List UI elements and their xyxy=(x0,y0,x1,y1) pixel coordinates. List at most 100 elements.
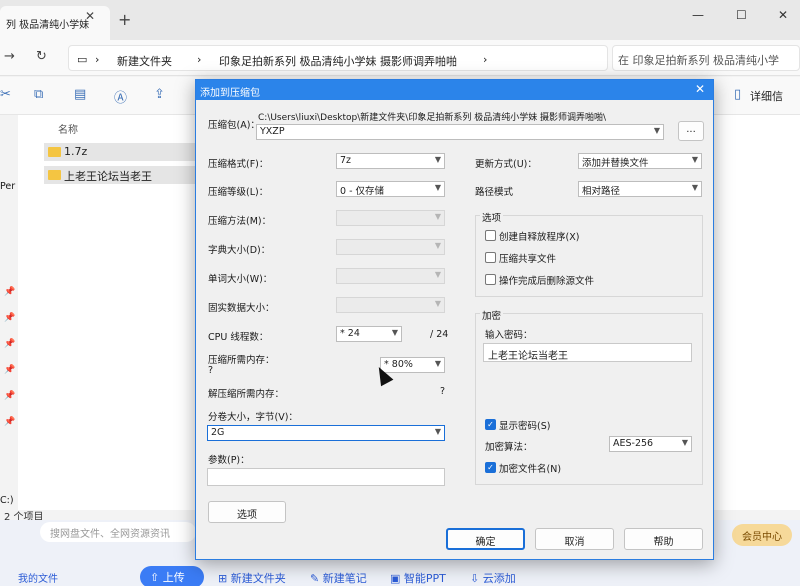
password-input[interactable]: 上老王论坛当老王 xyxy=(483,343,692,362)
details-icon[interactable]: ▯ xyxy=(734,87,741,102)
column-header-name[interactable]: 名称 xyxy=(58,121,78,136)
memory-label: 压缩所需内存： xyxy=(208,355,275,366)
chevron-down-icon[interactable]: ▼ xyxy=(654,126,660,135)
chevron-right-icon[interactable]: › xyxy=(483,53,487,66)
options-group-title: 选项 xyxy=(480,210,504,224)
threads-select[interactable]: * 24 ▼ xyxy=(336,326,402,342)
encryption-method-label: 加密算法： xyxy=(485,442,533,453)
navigation-pane: Per 📌 📌 📌 📌 📌 📌 C:) xyxy=(0,115,18,525)
path-mode-label: 路径模式 xyxy=(475,187,514,198)
computer-icon: ▭ xyxy=(77,53,88,66)
my-files-tab[interactable]: 我的文件 xyxy=(18,570,58,585)
address-bar[interactable]: ▭ › 新建文件夹 › 印象足拍新系列 极品清纯小学妹 摄影师调弄啪啪 › xyxy=(68,45,608,71)
list-item[interactable]: 1.7z xyxy=(44,143,220,161)
archive-name-combo[interactable]: YXZP ▼ xyxy=(256,124,664,140)
solid-label: 固实数据大小： xyxy=(208,303,275,314)
dialog-titlebar: 添加到压缩包 ✕ xyxy=(196,80,713,100)
nav-item-label[interactable]: Per xyxy=(0,181,15,192)
delete-source-checkbox[interactable] xyxy=(485,274,496,285)
close-icon[interactable]: ✕ xyxy=(85,9,95,23)
sfx-label: 创建自释放程序(X) xyxy=(499,232,580,243)
format-select[interactable]: 7z ▼ xyxy=(336,153,445,169)
show-password-label: 显示密码(S) xyxy=(499,421,551,432)
new-folder-action[interactable]: ⊞ 新建文件夹 xyxy=(218,570,286,586)
minimize-icon[interactable]: — xyxy=(692,8,704,22)
refresh-icon[interactable]: ↻ xyxy=(36,49,47,64)
tab-title: 列 极品清纯小学妹 xyxy=(6,20,90,31)
parameters-input[interactable] xyxy=(207,468,445,486)
encrypt-names-label: 加密文件名(N) xyxy=(499,464,562,475)
dict-label: 字典大小(D)： xyxy=(208,245,271,256)
level-label: 压缩等级(L)： xyxy=(208,187,269,198)
upload-button[interactable]: ⇧ 上传 xyxy=(140,566,204,586)
breadcrumb-item[interactable]: 印象足拍新系列 极品清纯小学妹 摄影师调弄啪啪 xyxy=(219,53,457,69)
sfx-checkbox[interactable] xyxy=(485,230,496,241)
folder-icon xyxy=(48,147,61,157)
memory-value: ? xyxy=(208,365,214,376)
share-icon[interactable]: ⇪ xyxy=(154,87,165,102)
encryption-group-title: 加密 xyxy=(480,308,504,322)
file-name: 上老王论坛当老王 xyxy=(64,170,152,183)
memory-select[interactable]: * 80% ▼ xyxy=(380,357,445,373)
chevron-down-icon: ▼ xyxy=(391,328,398,337)
new-note-action[interactable]: ✎ 新建笔记 xyxy=(310,570,367,586)
pin-icon: 📌 xyxy=(4,339,16,349)
rename-icon[interactable]: Ⓐ xyxy=(114,87,127,106)
update-select[interactable]: 添加并替换文件 ▼ xyxy=(578,153,702,169)
copy-icon[interactable]: ⧉ xyxy=(34,87,43,102)
chevron-down-icon: ▼ xyxy=(691,183,698,192)
chevron-right-icon[interactable]: › xyxy=(197,53,201,66)
new-tab-icon[interactable]: + xyxy=(118,10,131,29)
split-size-combo[interactable]: 2G ▼ xyxy=(207,425,445,441)
vip-center-button[interactable]: 会员中心 xyxy=(732,524,792,546)
chevron-down-icon: ▼ xyxy=(434,212,441,221)
maximize-icon[interactable]: ☐ xyxy=(736,8,747,22)
chevron-right-icon[interactable]: › xyxy=(95,53,99,66)
level-select[interactable]: 0 - 仅存储 ▼ xyxy=(336,181,445,197)
chevron-down-icon: ▼ xyxy=(434,183,441,192)
encryption-method-select[interactable]: AES-256 ▼ xyxy=(609,436,692,452)
show-password-checkbox[interactable]: ✓ xyxy=(485,419,496,430)
chevron-down-icon: ▼ xyxy=(434,155,441,164)
tab-bar: 列 极品清纯小学妹 ✕ + — ☐ ✕ xyxy=(0,0,800,40)
archive-path: C:\Users\liuxi\Desktop\新建文件夹\印象足拍新系列 极品清… xyxy=(258,113,607,123)
chevron-down-icon: ▼ xyxy=(434,299,441,308)
pin-icon: 📌 xyxy=(4,287,16,297)
update-label: 更新方式(U)： xyxy=(475,159,537,170)
drive-label[interactable]: C:) xyxy=(0,495,14,506)
chevron-down-icon: ▼ xyxy=(434,241,441,250)
decompress-memory-value: ? xyxy=(440,386,446,397)
chevron-down-icon: ▼ xyxy=(434,427,441,436)
search-input[interactable]: 在 印象足拍新系列 极品清纯小学 xyxy=(612,45,800,71)
details-button[interactable]: 详细信 xyxy=(750,88,783,104)
netdisk-search-input[interactable]: 搜网盘文件、全网资源资讯 xyxy=(40,522,196,542)
cloud-add-action[interactable]: ⇩ 云添加 xyxy=(470,570,516,586)
path-mode-select[interactable]: 相对路径 ▼ xyxy=(578,181,702,197)
window-close-icon[interactable]: ✕ xyxy=(778,8,788,22)
ok-button[interactable]: 确定 xyxy=(446,528,525,550)
options-button[interactable]: 选项 xyxy=(208,501,286,523)
list-item[interactable]: 上老王论坛当老王 xyxy=(44,166,220,184)
encrypt-names-checkbox[interactable]: ✓ xyxy=(485,462,496,473)
shared-label: 压缩共享文件 xyxy=(499,254,557,265)
chevron-down-icon: ▼ xyxy=(691,155,698,164)
split-label: 分卷大小，字节(V)： xyxy=(208,412,298,423)
address-row: → ↻ ▭ › 新建文件夹 › 印象足拍新系列 极品清纯小学妹 摄影师调弄啪啪 … xyxy=(0,40,800,76)
help-button[interactable]: 帮助 xyxy=(624,528,703,550)
smart-ppt-action[interactable]: ▣ 智能PPT xyxy=(390,570,446,586)
solid-select: ▼ xyxy=(336,297,445,313)
breadcrumb-item[interactable]: 新建文件夹 xyxy=(117,53,172,69)
method-label: 压缩方法(M)： xyxy=(208,216,272,227)
browse-button[interactable]: ... xyxy=(678,121,704,141)
cancel-button[interactable]: 取消 xyxy=(535,528,614,550)
shared-checkbox[interactable] xyxy=(485,252,496,263)
parameters-label: 参数(P)： xyxy=(208,455,250,466)
cut-icon[interactable]: ✂ xyxy=(0,87,11,102)
threads-label: CPU 线程数： xyxy=(208,332,269,343)
dialog-title: 添加到压缩包 xyxy=(200,88,260,99)
forward-icon[interactable]: → xyxy=(4,49,15,64)
paste-icon[interactable]: ▤ xyxy=(74,87,86,102)
close-icon[interactable]: ✕ xyxy=(695,82,705,96)
format-label: 压缩格式(F)： xyxy=(208,159,269,170)
pin-icon: 📌 xyxy=(4,391,16,401)
